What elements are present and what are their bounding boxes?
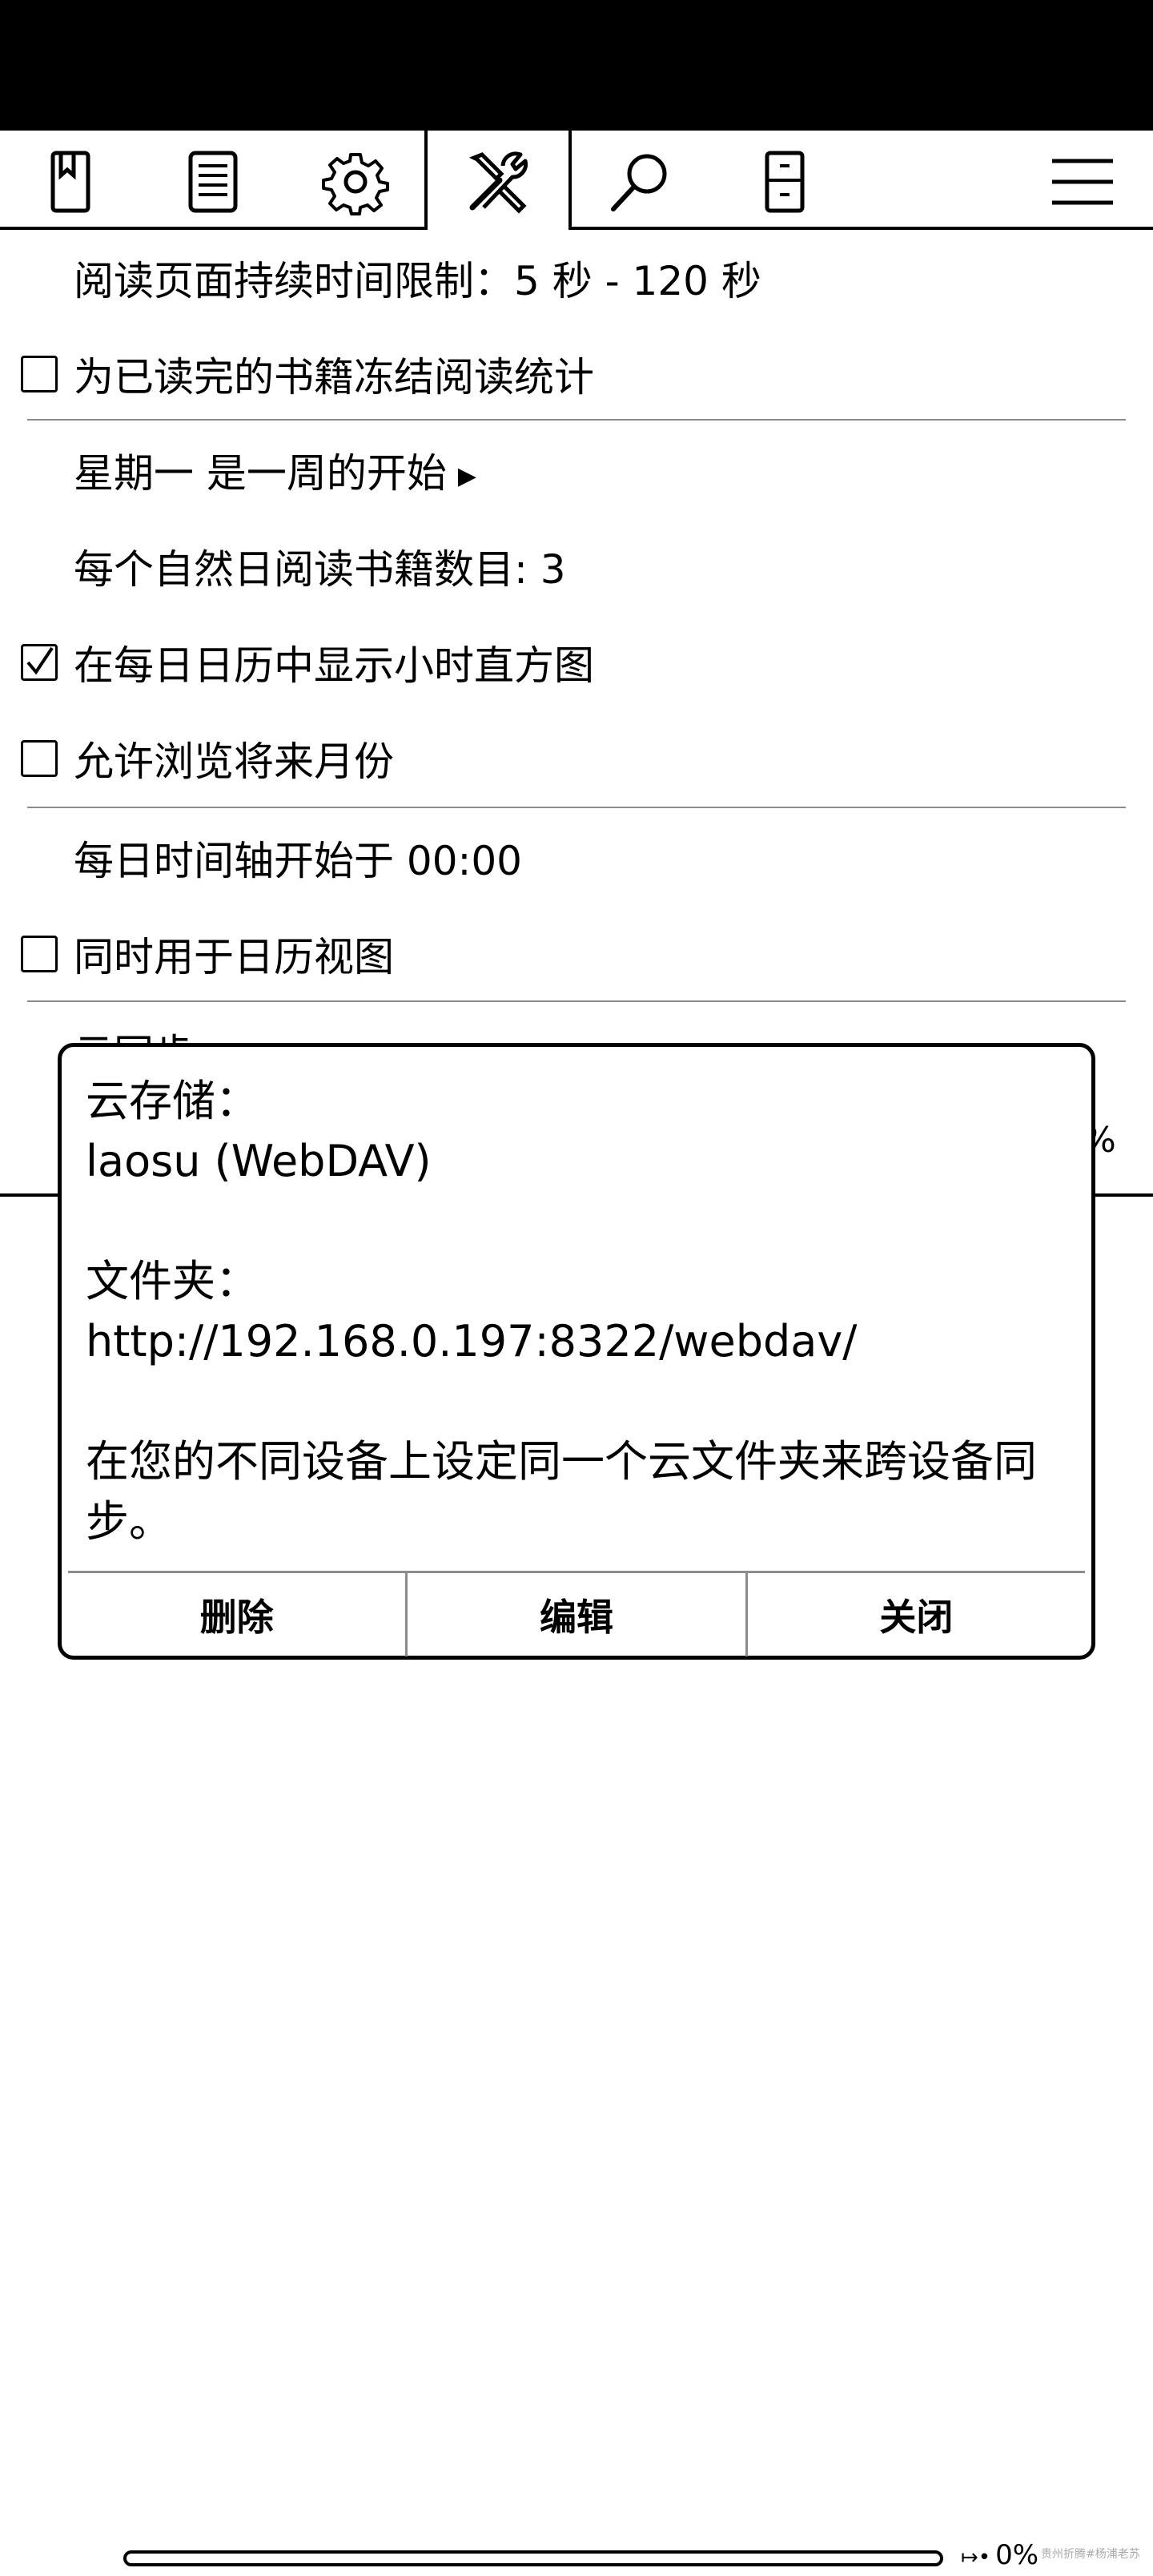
menu-item-label: 允许浏览将来月份 — [74, 739, 394, 785]
dialog-button-bar: 删除 编辑 关闭 — [68, 1571, 1085, 1656]
document-icon — [188, 151, 238, 213]
menu-item-label: 为已读完的书籍冻结阅读统计 — [74, 354, 594, 400]
menu-item-timeline-start[interactable]: 每日时间轴开始于 00:00 — [0, 810, 1153, 906]
reading-progress-bar[interactable] — [123, 2550, 943, 2566]
tools-icon — [468, 151, 528, 214]
storage-label: 云存储： — [86, 1076, 259, 1126]
menu-icon — [1052, 159, 1113, 205]
bookmark-icon — [50, 151, 90, 213]
menu-item-time-limit[interactable]: 阅读页面持续时间限制：5 秒 - 120 秒 — [0, 230, 1153, 326]
watermark: 贵州折腾#杨浦老苏 — [1041, 2548, 1140, 2561]
progress-marker-icon: ↦• — [961, 2546, 991, 2570]
menu-item-label: 同时用于日历视图 — [74, 934, 394, 980]
menu-item-label: 星期一 是一周的开始 — [74, 450, 447, 497]
menu-item-week-start[interactable]: 星期一 是一周的开始 ▶ — [0, 422, 1153, 518]
separator — [27, 807, 1126, 808]
dialog-hint: 在您的不同设备上设定同一个云文件夹来跨设备同步。 — [86, 1436, 1037, 1547]
dialog-body: 云存储： laosu (WebDAV) 文件夹： http://192.168.… — [86, 1071, 1079, 1552]
checkbox-unchecked[interactable] — [21, 936, 58, 972]
tab-search[interactable] — [601, 142, 681, 222]
tab-tools[interactable] — [458, 142, 538, 222]
menu-item-freeze-stats[interactable]: 为已读完的书籍冻结阅读统计 — [0, 326, 1153, 422]
close-button[interactable]: 关闭 — [745, 1573, 1085, 1656]
menu-item-label: 每日时间轴开始于 00:00 — [74, 838, 522, 884]
tab-device[interactable] — [745, 142, 825, 222]
storage-value: laosu (WebDAV) — [86, 1136, 432, 1186]
tab-menu[interactable] — [1043, 142, 1123, 222]
menu-item-label: 阅读页面持续时间限制：5 秒 - 120 秒 — [74, 258, 761, 304]
submenu-arrow-icon: ▶ — [457, 462, 476, 490]
checkbox-unchecked[interactable] — [21, 740, 58, 777]
tab-settings[interactable] — [315, 142, 396, 222]
checkbox-checked[interactable] — [21, 644, 58, 681]
search-icon — [611, 154, 667, 211]
folder-value: http://192.168.0.197:8322/webdav/ — [86, 1316, 858, 1366]
progress-percent: ↦• 0% — [961, 2539, 1039, 2571]
menu-item-show-histogram[interactable]: 在每日日历中显示小时直方图 — [0, 614, 1153, 710]
folder-label: 文件夹： — [86, 1256, 259, 1306]
tab-bookmarks[interactable] — [30, 142, 110, 222]
checkmark-icon — [26, 646, 54, 675]
menu-item-books-per-day[interactable]: 每个自然日阅读书籍数目: 3 — [0, 518, 1153, 614]
separator — [27, 1000, 1126, 1002]
cloud-storage-dialog: 云存储： laosu (WebDAV) 文件夹： http://192.168.… — [58, 1043, 1095, 1660]
tab-bar — [0, 131, 1153, 230]
menu-item-label: 每个自然日阅读书籍数目: 3 — [74, 546, 566, 593]
checkbox-unchecked[interactable] — [21, 356, 58, 392]
menu-item-label: 在每日日历中显示小时直方图 — [74, 642, 594, 689]
device-icon — [765, 151, 805, 213]
menu-item-also-calendar[interactable]: 同时用于日历视图 — [0, 906, 1153, 1002]
active-tab-border — [424, 131, 428, 230]
separator — [27, 419, 1126, 421]
active-tab-border — [568, 131, 572, 230]
status-bar — [0, 0, 1153, 131]
tab-toc[interactable] — [173, 142, 253, 222]
menu-item-browse-future[interactable]: 允许浏览将来月份 — [0, 710, 1153, 807]
progress-text: 0% — [995, 2539, 1039, 2571]
gear-icon — [322, 153, 389, 215]
edit-button[interactable]: 编辑 — [405, 1573, 745, 1656]
delete-button[interactable]: 删除 — [68, 1573, 405, 1656]
